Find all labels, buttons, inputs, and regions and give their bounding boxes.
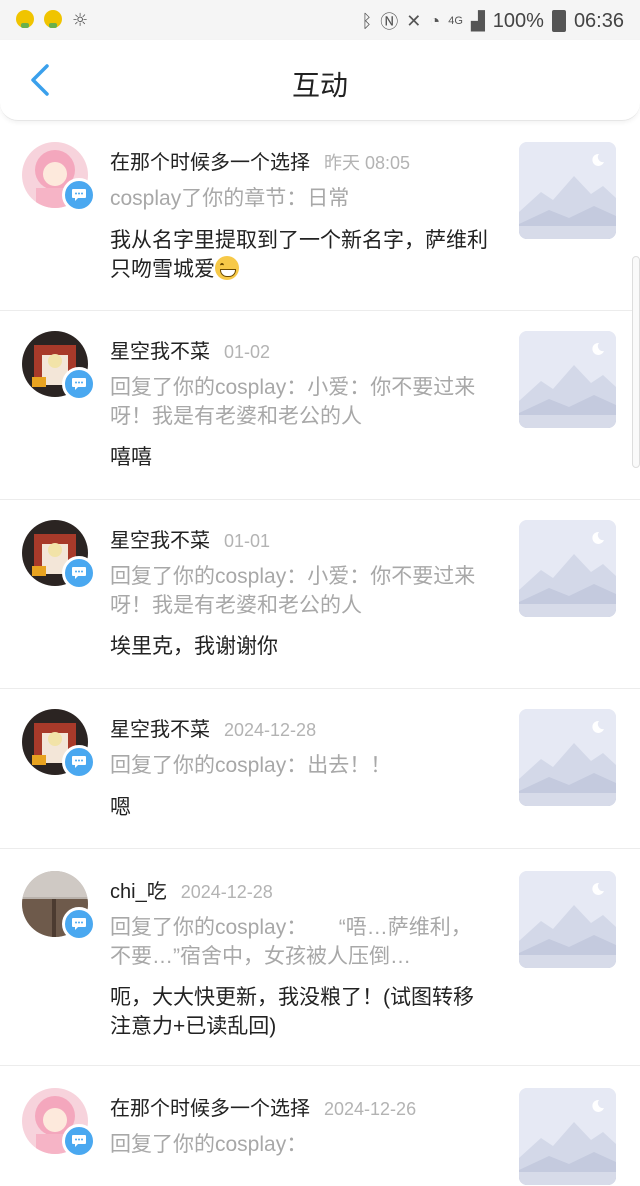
list-item[interactable]: 星空我不菜 2024-12-28 回复了你的cosplay：出去！！ 嗯 [0, 689, 640, 849]
notification-icons: ☼ [16, 10, 88, 31]
battery-icon [551, 10, 566, 32]
thumbnail-placeholder[interactable] [519, 331, 616, 428]
user-name[interactable]: 在那个时候多一个选择 [110, 1092, 310, 1121]
user-name[interactable]: 在那个时候多一个选择 [110, 146, 310, 175]
clock: 06:36 [573, 9, 624, 32]
timestamp: 2024-12-26 [324, 1099, 417, 1119]
name-row: 在那个时候多一个选择 2024-12-26 [110, 1092, 416, 1121]
avatar-wrap[interactable] [22, 871, 96, 941]
name-row: 星空我不菜 01-02 [110, 335, 270, 364]
mountain-placeholder-icon [519, 142, 616, 239]
avatar-wrap[interactable] [22, 709, 96, 779]
scrollbar[interactable] [632, 256, 640, 468]
comment-badge-icon [62, 745, 96, 779]
mountain-placeholder-icon [519, 520, 616, 617]
user-name[interactable]: 星空我不菜 [110, 713, 210, 742]
action-text: 回复了你的cosplay： [110, 1133, 308, 1156]
comment-badge-icon [62, 1124, 96, 1158]
timestamp: 01-02 [224, 342, 271, 362]
timestamp: 2024-12-28 [180, 882, 273, 902]
wifi-icon: ◔ [429, 10, 441, 31]
system-status: ᛒ Ⓝ ✕ ◔ 4G ▟ 100% 06:36 [361, 8, 624, 34]
mute-icon: ✕ [406, 10, 422, 31]
list-item[interactable]: chi_吃 2024-12-28 回复了你的cosplay： “唔…萨维利，不要… [0, 849, 640, 1066]
list-item[interactable]: 在那个时候多一个选择 2024-12-26 回复了你的cosplay： [0, 1066, 640, 1186]
grin-emoji-icon [215, 256, 239, 280]
mountain-placeholder-icon [519, 709, 616, 806]
avatar-wrap[interactable] [22, 520, 96, 590]
user-name[interactable]: 星空我不菜 [110, 335, 210, 364]
page-title: 互动 [291, 70, 348, 101]
battery-percent: 100% [492, 9, 544, 32]
comment-text: 呃，大大快更新，我没粮了！(试图转移注意力+已读乱回) [110, 986, 474, 1038]
mountain-placeholder-icon [519, 331, 616, 428]
avatar-wrap[interactable] [22, 1088, 96, 1158]
avatar-wrap[interactable] [22, 142, 96, 212]
comment-badge-icon [62, 178, 96, 212]
user-name[interactable]: chi_吃 [110, 875, 167, 904]
comment-content: 我从名字里提取到了一个新名字，萨维利只吻雪城爱 [110, 229, 488, 281]
action-text: cosplay了你的章节：日常 [110, 187, 350, 210]
interaction-list: 在那个时候多一个选择 昨天 08:05 cosplay了你的章节：日常 我从名字… [0, 122, 640, 1186]
avatar-wrap[interactable] [22, 331, 96, 401]
thumbnail-placeholder[interactable] [519, 709, 616, 806]
action-text: 回复了你的cosplay：小爱：你不要过来呀！我是有老婆和老公的人 [110, 565, 476, 617]
comment-badge-icon [62, 367, 96, 401]
comment-text: 我从名字里提取到了一个新名字，萨维利只吻雪城爱 [110, 226, 490, 284]
comment-text: 埃里克，我谢谢你 [110, 635, 278, 658]
network-type: 4G [448, 15, 463, 27]
list-item[interactable]: 星空我不菜 01-01 回复了你的cosplay：小爱：你不要过来呀！我是有老婆… [0, 500, 640, 689]
timestamp: 2024-12-28 [224, 720, 317, 740]
thumbnail-placeholder[interactable] [519, 871, 616, 968]
app-notification-icon [16, 10, 34, 28]
name-row: 在那个时候多一个选择 昨天 08:05 [110, 146, 410, 175]
comment-text: 嘻嘻 [110, 446, 152, 469]
comment-badge-icon [62, 907, 96, 941]
mountain-placeholder-icon [519, 871, 616, 968]
timestamp: 昨天 08:05 [324, 153, 411, 173]
name-row: chi_吃 2024-12-28 [110, 875, 273, 904]
user-name[interactable]: 星空我不菜 [110, 524, 210, 553]
thumbnail-placeholder[interactable] [519, 520, 616, 617]
signal-icon: ▟ [470, 10, 485, 31]
app-notification-icon [44, 10, 62, 28]
status-bar: ☼ ᛒ Ⓝ ✕ ◔ 4G ▟ 100% 06:36 [0, 0, 640, 40]
weather-icon: ☼ [72, 10, 89, 31]
nfc-icon: Ⓝ [380, 12, 399, 32]
name-row: 星空我不菜 01-01 [110, 524, 270, 553]
app-header: 互动 [0, 40, 640, 121]
mountain-placeholder-icon [519, 1088, 616, 1185]
thumbnail-placeholder[interactable] [519, 142, 616, 239]
name-row: 星空我不菜 2024-12-28 [110, 713, 316, 742]
comment-badge-icon [62, 556, 96, 590]
timestamp: 01-01 [224, 531, 271, 551]
thumbnail-placeholder[interactable] [519, 1088, 616, 1185]
list-item[interactable]: 在那个时候多一个选择 昨天 08:05 cosplay了你的章节：日常 我从名字… [0, 122, 640, 311]
bluetooth-icon: ᛒ [361, 10, 373, 31]
action-text: 回复了你的cosplay：小爱：你不要过来呀！我是有老婆和老公的人 [110, 376, 476, 428]
comment-text: 嗯 [110, 796, 131, 819]
list-item[interactable]: 星空我不菜 01-02 回复了你的cosplay：小爱：你不要过来呀！我是有老婆… [0, 311, 640, 500]
action-text: 回复了你的cosplay：出去！！ [110, 754, 392, 777]
action-text: 回复了你的cosplay： “唔…萨维利，不要…”宿舍中，女孩被人压倒… [110, 916, 472, 968]
